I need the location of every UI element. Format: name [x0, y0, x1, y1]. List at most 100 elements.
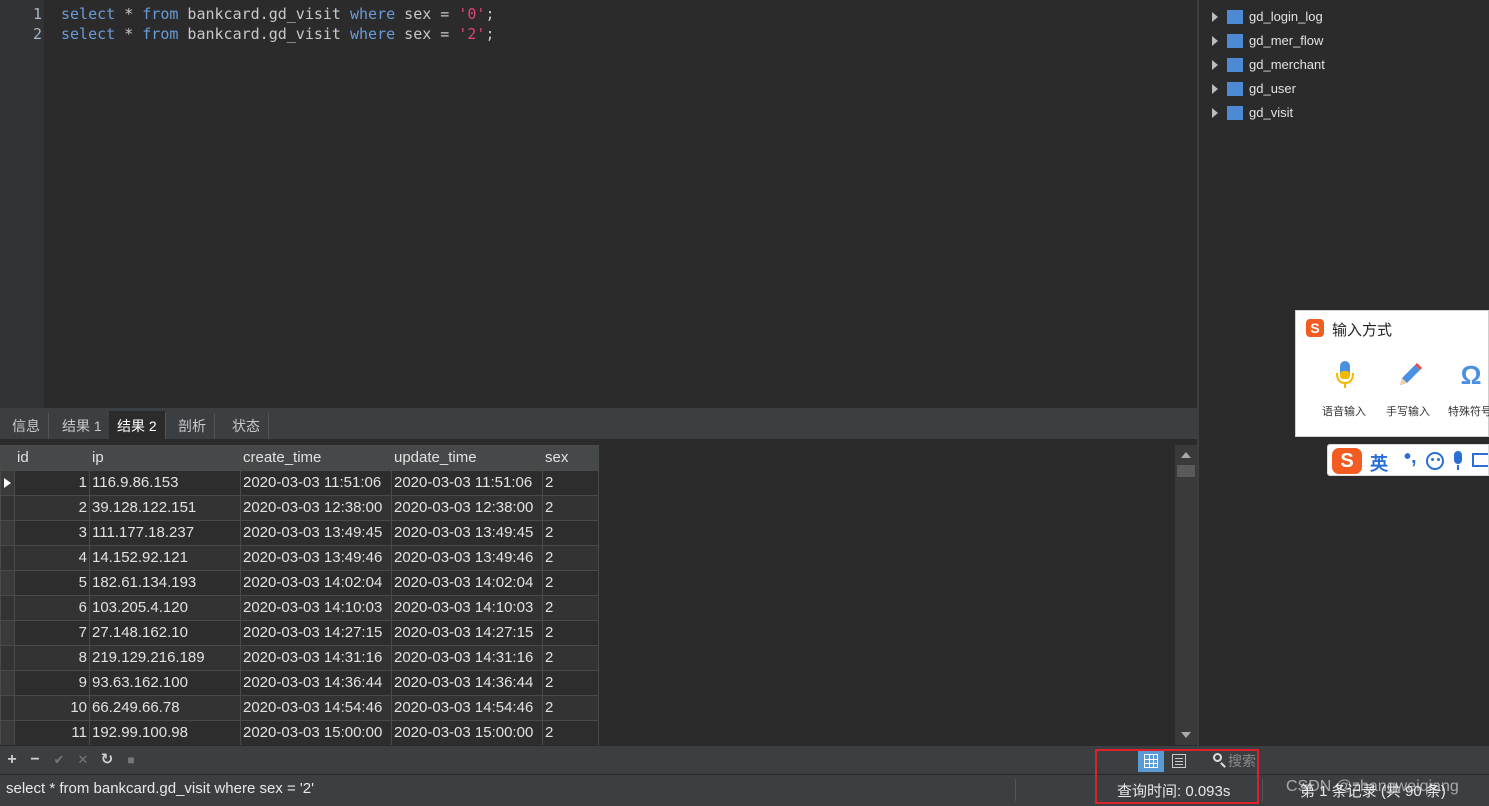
- add-record-button[interactable]: +: [2, 750, 22, 770]
- cell-create-time[interactable]: 2020-03-03 15:00:00: [240, 720, 392, 745]
- table-row[interactable]: 3 111.177.18.237 2020-03-03 13:49:45 2020-0…: [0, 520, 599, 546]
- table-row[interactable]: 5 182.61.134.193 2020-03-03 14:02:04 2020-0…: [0, 570, 599, 596]
- cell-sex[interactable]: 2: [542, 645, 599, 671]
- search-input[interactable]: [1228, 752, 1268, 770]
- cell-create-time[interactable]: 2020-03-03 14:31:16: [240, 645, 392, 671]
- ime-voice-input-button[interactable]: 语音输入: [1316, 359, 1372, 423]
- microphone-icon[interactable]: [1454, 451, 1462, 470]
- sql-editor[interactable]: 1 select * from bankcard.gd_visit where …: [0, 0, 1197, 408]
- cell-update-time[interactable]: 2020-03-03 14:10:03: [391, 595, 543, 621]
- table-row[interactable]: 1 116.9.86.153 2020-03-03 11:51:06 2020-03-…: [0, 470, 599, 496]
- row-selector[interactable]: [0, 645, 15, 671]
- tab-result-1[interactable]: 结果 1: [54, 413, 111, 439]
- cell-ip[interactable]: 14.152.92.121: [89, 545, 241, 571]
- cell-id[interactable]: 11: [14, 720, 90, 745]
- cell-update-time[interactable]: 2020-03-03 14:27:15: [391, 620, 543, 646]
- cell-ip[interactable]: 219.129.216.189: [89, 645, 241, 671]
- expand-arrow-icon[interactable]: [1212, 60, 1218, 70]
- refresh-button[interactable]: ↻: [97, 750, 117, 770]
- cell-ip[interactable]: 103.205.4.120: [89, 595, 241, 621]
- cell-update-time[interactable]: 2020-03-03 13:49:46: [391, 545, 543, 571]
- column-header-id[interactable]: id: [14, 445, 90, 471]
- cell-create-time[interactable]: 2020-03-03 14:54:46: [240, 695, 392, 721]
- tree-item-gd-merchant[interactable]: gd_merchant: [1209, 53, 1469, 77]
- table-row[interactable]: 6 103.205.4.120 2020-03-03 14:10:03 2020-03…: [0, 595, 599, 621]
- table-row[interactable]: 11 192.99.100.98 2020-03-03 15:00:00 2020-0…: [0, 720, 599, 745]
- cell-create-time[interactable]: 2020-03-03 14:36:44: [240, 670, 392, 696]
- cell-update-time[interactable]: 2020-03-03 13:49:45: [391, 520, 543, 546]
- discard-changes-button[interactable]: ✕: [73, 750, 93, 770]
- cell-id[interactable]: 1: [14, 470, 90, 496]
- expand-arrow-icon[interactable]: [1212, 84, 1218, 94]
- cell-create-time[interactable]: 2020-03-03 14:10:03: [240, 595, 392, 621]
- cell-create-time[interactable]: 2020-03-03 11:51:06: [240, 470, 392, 496]
- cell-id[interactable]: 3: [14, 520, 90, 546]
- tree-item-gd-user[interactable]: gd_user: [1209, 77, 1469, 101]
- cell-sex[interactable]: 2: [542, 520, 599, 546]
- cell-id[interactable]: 10: [14, 695, 90, 721]
- cell-update-time[interactable]: 2020-03-03 11:51:06: [391, 470, 543, 496]
- cell-sex[interactable]: 2: [542, 595, 599, 621]
- cell-ip[interactable]: 111.177.18.237: [89, 520, 241, 546]
- table-row[interactable]: 7 27.148.162.10 2020-03-03 14:27:15 2020-03…: [0, 620, 599, 646]
- column-header-ip[interactable]: ip: [89, 445, 241, 471]
- row-selector[interactable]: [0, 620, 15, 646]
- table-row[interactable]: 4 14.152.92.121 2020-03-03 13:49:46 2020-03…: [0, 545, 599, 571]
- row-selector[interactable]: [0, 695, 15, 721]
- cell-sex[interactable]: 2: [542, 570, 599, 596]
- cell-create-time[interactable]: 2020-03-03 14:27:15: [240, 620, 392, 646]
- cell-id[interactable]: 8: [14, 645, 90, 671]
- cell-update-time[interactable]: 2020-03-03 15:00:00: [391, 720, 543, 745]
- cell-sex[interactable]: 2: [542, 720, 599, 745]
- column-header-sex[interactable]: sex: [542, 445, 599, 471]
- scroll-up-arrow-icon[interactable]: [1181, 452, 1191, 458]
- scroll-thumb[interactable]: [1177, 465, 1195, 477]
- table-row[interactable]: 10 66.249.66.78 2020-03-03 14:54:46 2020-03…: [0, 695, 599, 721]
- cell-ip[interactable]: 192.99.100.98: [89, 720, 241, 745]
- emoji-icon[interactable]: [1426, 452, 1444, 470]
- row-selector[interactable]: [0, 720, 15, 745]
- row-selector[interactable]: [0, 545, 15, 571]
- cell-ip[interactable]: 93.63.162.100: [89, 670, 241, 696]
- cell-sex[interactable]: 2: [542, 495, 599, 521]
- tree-item-gd-visit[interactable]: gd_visit: [1209, 101, 1469, 125]
- code-line-1[interactable]: 1 select * from bankcard.gd_visit where …: [0, 4, 1197, 24]
- tab-status[interactable]: 状态: [224, 413, 269, 439]
- cell-update-time[interactable]: 2020-03-03 14:54:46: [391, 695, 543, 721]
- cell-id[interactable]: 2: [14, 495, 90, 521]
- cell-sex[interactable]: 2: [542, 470, 599, 496]
- tab-profile[interactable]: 剖析: [170, 413, 215, 439]
- tab-result-2[interactable]: 结果 2: [109, 411, 166, 439]
- tree-item-gd-mer-flow[interactable]: gd_mer_flow: [1209, 29, 1469, 53]
- column-header-update-time[interactable]: update_time: [391, 445, 543, 471]
- cell-id[interactable]: 4: [14, 545, 90, 571]
- cell-create-time[interactable]: 2020-03-03 13:49:45: [240, 520, 392, 546]
- stop-button[interactable]: ■: [121, 750, 141, 770]
- cell-id[interactable]: 5: [14, 570, 90, 596]
- cell-sex[interactable]: 2: [542, 670, 599, 696]
- expand-arrow-icon[interactable]: [1212, 108, 1218, 118]
- cell-update-time[interactable]: 2020-03-03 14:31:16: [391, 645, 543, 671]
- tab-info[interactable]: 信息: [4, 413, 49, 439]
- cell-id[interactable]: 6: [14, 595, 90, 621]
- form-view-button[interactable]: [1166, 750, 1192, 772]
- cell-update-time[interactable]: 2020-03-03 12:38:00: [391, 495, 543, 521]
- cell-sex[interactable]: 2: [542, 695, 599, 721]
- cell-id[interactable]: 9: [14, 670, 90, 696]
- tree-item-gd-login-log[interactable]: gd_login_log: [1209, 5, 1469, 29]
- cell-sex[interactable]: 2: [542, 620, 599, 646]
- row-selector[interactable]: [0, 570, 15, 596]
- table-row[interactable]: 9 93.63.162.100 2020-03-03 14:36:44 2020-03…: [0, 670, 599, 696]
- row-selector[interactable]: [0, 595, 15, 621]
- column-header-create-time[interactable]: create_time: [240, 445, 392, 471]
- cell-create-time[interactable]: 2020-03-03 13:49:46: [240, 545, 392, 571]
- keyboard-icon[interactable]: [1472, 453, 1488, 467]
- cell-update-time[interactable]: 2020-03-03 14:02:04: [391, 570, 543, 596]
- apply-changes-button[interactable]: ✔: [49, 750, 69, 770]
- row-selector[interactable]: [0, 670, 15, 696]
- cell-ip[interactable]: 116.9.86.153: [89, 470, 241, 496]
- sogou-logo-icon[interactable]: S: [1332, 448, 1362, 474]
- ime-language-toggle[interactable]: 英: [1370, 450, 1388, 476]
- code-text[interactable]: select * from bankcard.gd_visit where se…: [61, 4, 495, 24]
- row-selector[interactable]: [0, 520, 15, 546]
